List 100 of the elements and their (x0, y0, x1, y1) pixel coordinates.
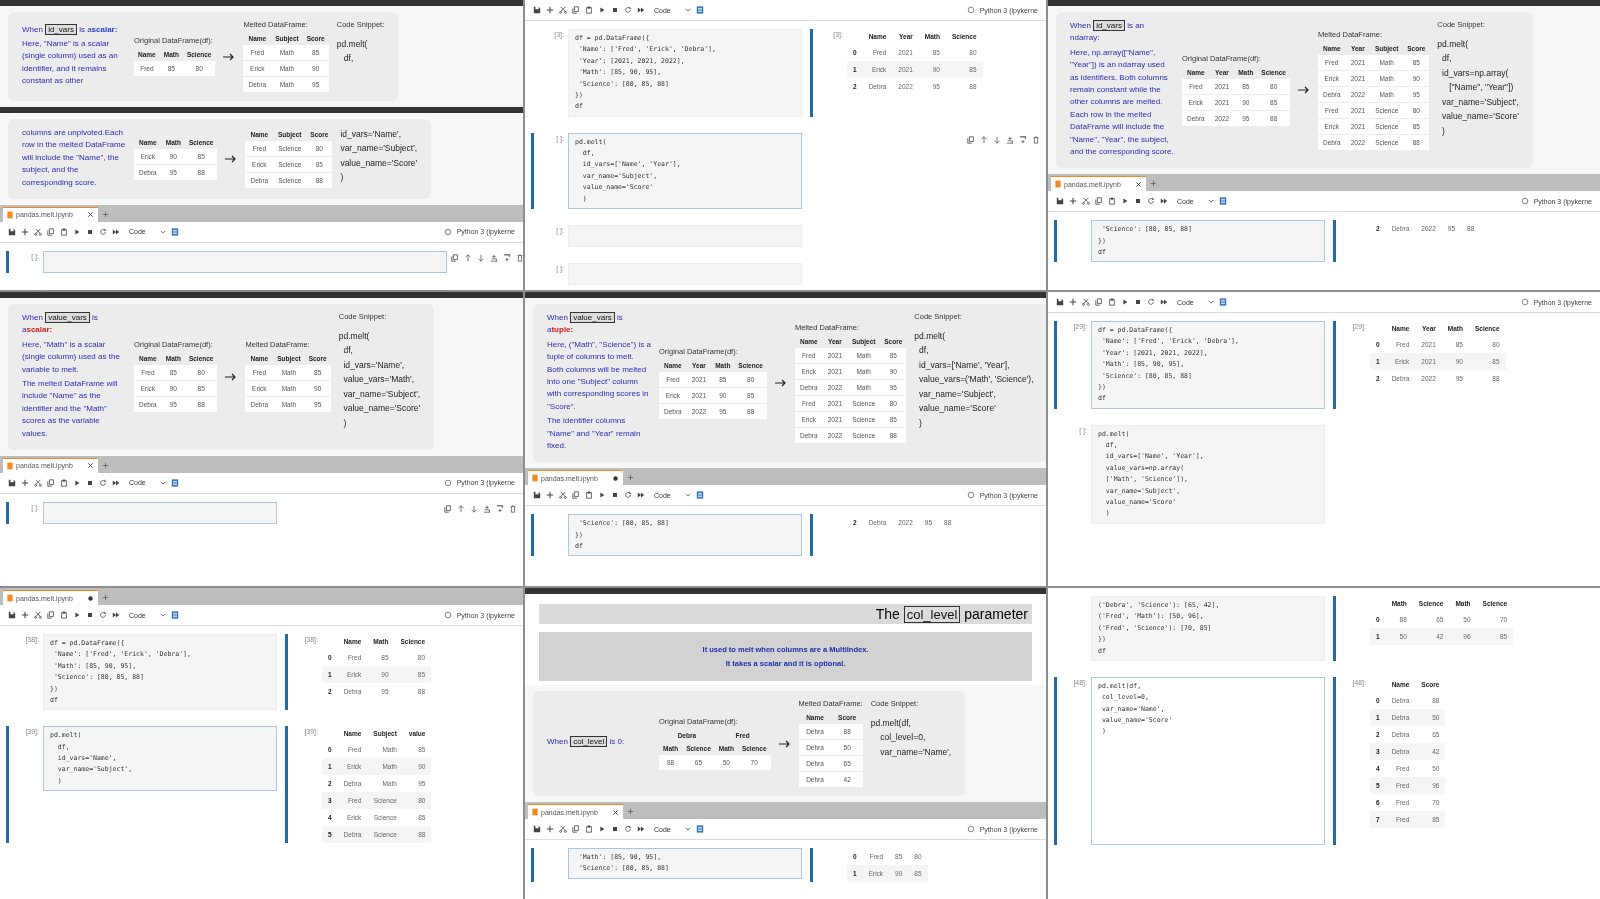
list-icon[interactable] (695, 6, 704, 14)
play-icon[interactable] (1121, 298, 1129, 306)
play-icon[interactable] (73, 478, 81, 487)
list-icon[interactable] (695, 825, 704, 833)
play-icon[interactable] (598, 491, 606, 500)
list-icon[interactable] (170, 227, 179, 236)
copy-icon[interactable] (47, 227, 55, 236)
save-icon[interactable] (533, 491, 541, 500)
list-icon[interactable] (695, 491, 704, 500)
plus-icon[interactable] (102, 594, 109, 601)
restart-icon[interactable] (624, 491, 632, 500)
close-icon[interactable] (87, 462, 94, 470)
fast-forward-icon[interactable] (637, 825, 645, 833)
plus-icon[interactable] (21, 227, 29, 236)
plus-icon[interactable] (21, 478, 29, 487)
paste-icon[interactable] (1108, 197, 1116, 206)
copy-icon[interactable] (444, 504, 452, 513)
restart-icon[interactable] (624, 825, 632, 833)
unsaved-dot-icon[interactable] (87, 594, 94, 602)
close-icon[interactable] (612, 808, 619, 816)
plus-icon[interactable] (546, 825, 554, 833)
scissors-icon[interactable] (559, 6, 567, 14)
copy-icon[interactable] (451, 253, 459, 262)
plus-icon[interactable] (102, 461, 109, 469)
insert-below-icon[interactable] (496, 504, 504, 513)
save-icon[interactable] (1056, 298, 1064, 306)
save-icon[interactable] (533, 6, 541, 14)
plus-icon[interactable] (1069, 298, 1077, 306)
scissors-icon[interactable] (559, 825, 567, 833)
restart-icon[interactable] (1147, 298, 1155, 306)
list-icon[interactable] (1218, 197, 1227, 206)
copy-icon[interactable] (47, 478, 55, 487)
save-icon[interactable] (8, 611, 16, 619)
save-icon[interactable] (1056, 197, 1064, 206)
up-arrow-icon[interactable] (980, 135, 988, 144)
save-icon[interactable] (8, 478, 16, 487)
plus-icon[interactable] (102, 210, 109, 218)
plus-icon[interactable] (627, 808, 634, 815)
play-icon[interactable] (598, 6, 606, 14)
play-icon[interactable] (598, 825, 606, 833)
scissors-icon[interactable] (1082, 298, 1090, 306)
insert-above-icon[interactable] (1006, 135, 1014, 144)
up-arrow-icon[interactable] (457, 504, 465, 513)
paste-icon[interactable] (585, 6, 593, 14)
close-icon[interactable] (1135, 180, 1142, 188)
down-arrow-icon[interactable] (477, 253, 485, 262)
paste-icon[interactable] (1108, 298, 1116, 306)
restart-icon[interactable] (99, 478, 107, 487)
save-icon[interactable] (533, 825, 541, 833)
down-arrow-icon[interactable] (470, 504, 478, 513)
list-icon[interactable] (170, 478, 179, 487)
play-icon[interactable] (1121, 197, 1129, 206)
plus-icon[interactable] (546, 491, 554, 500)
code-cell-input[interactable] (43, 501, 277, 524)
unsaved-dot-icon[interactable] (612, 474, 619, 482)
copy-icon[interactable] (47, 611, 55, 619)
insert-below-icon[interactable] (503, 253, 511, 262)
trash-icon[interactable] (1032, 135, 1040, 144)
fast-forward-icon[interactable] (637, 491, 645, 500)
scissors-icon[interactable] (34, 611, 42, 619)
down-arrow-icon[interactable] (993, 135, 1001, 144)
paste-icon[interactable] (60, 227, 68, 236)
trash-icon[interactable] (509, 504, 517, 513)
stop-icon[interactable] (1134, 298, 1142, 306)
restart-icon[interactable] (99, 611, 107, 619)
restart-icon[interactable] (99, 227, 107, 236)
plus-icon[interactable] (1150, 180, 1157, 188)
insert-below-icon[interactable] (1019, 135, 1027, 144)
insert-above-icon[interactable] (483, 504, 491, 513)
scissors-icon[interactable] (34, 478, 42, 487)
play-icon[interactable] (73, 611, 81, 619)
stop-icon[interactable] (611, 825, 619, 833)
fast-forward-icon[interactable] (112, 478, 120, 487)
paste-icon[interactable] (60, 478, 68, 487)
paste-icon[interactable] (585, 825, 593, 833)
paste-icon[interactable] (60, 611, 68, 619)
trash-icon[interactable] (516, 253, 523, 262)
copy-icon[interactable] (967, 135, 975, 144)
copy-icon[interactable] (572, 491, 580, 500)
restart-icon[interactable] (624, 6, 632, 14)
code-cell-input[interactable] (43, 250, 447, 273)
insert-above-icon[interactable] (490, 253, 498, 262)
list-icon[interactable] (1218, 298, 1227, 306)
list-icon[interactable] (170, 611, 179, 619)
up-arrow-icon[interactable] (464, 253, 472, 262)
copy-icon[interactable] (572, 6, 580, 14)
plus-icon[interactable] (546, 6, 554, 14)
copy-icon[interactable] (572, 825, 580, 833)
restart-icon[interactable] (1147, 197, 1155, 206)
scissors-icon[interactable] (559, 491, 567, 500)
save-icon[interactable] (8, 227, 16, 236)
fast-forward-icon[interactable] (637, 6, 645, 14)
play-icon[interactable] (73, 227, 81, 236)
fast-forward-icon[interactable] (1160, 298, 1168, 306)
paste-icon[interactable] (585, 491, 593, 500)
plus-icon[interactable] (21, 611, 29, 619)
fast-forward-icon[interactable] (1160, 197, 1168, 206)
scissors-icon[interactable] (34, 227, 42, 236)
plus-icon[interactable] (1069, 197, 1077, 206)
plus-icon[interactable] (627, 474, 634, 482)
